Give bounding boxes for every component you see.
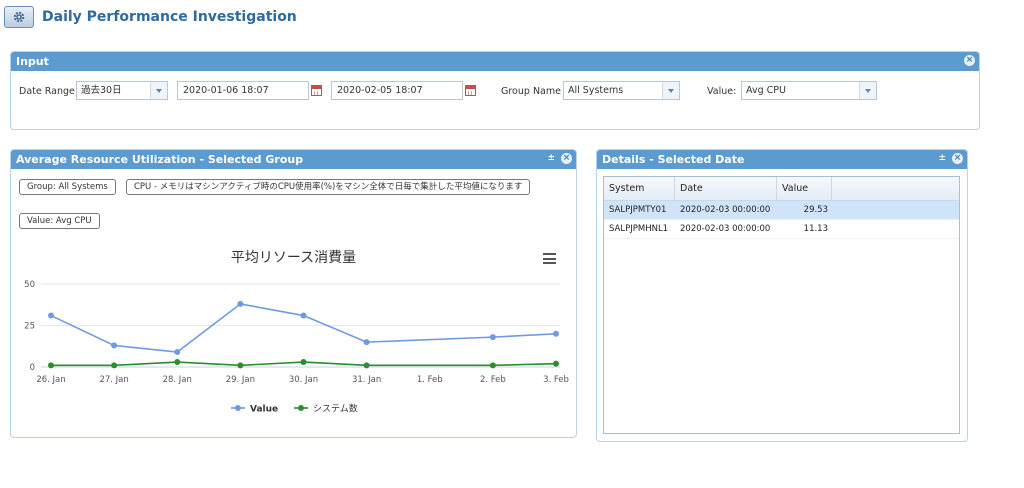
data-point: [300, 312, 307, 319]
column-header-value[interactable]: Value: [777, 177, 832, 200]
utilization-panel-title: Average Resource Utilization - Selected …: [16, 153, 304, 166]
menu-icon[interactable]: [543, 253, 556, 264]
x-tick-label: 2. Feb: [480, 375, 506, 385]
details-grid: System Date Value SALPJPMTY01 2020-02-03…: [603, 176, 960, 434]
y-tick-label: 25: [24, 322, 35, 332]
table-row[interactable]: SALPJPMTY01 2020-02-03 00:00:00 29.53: [604, 201, 959, 220]
group-tag: Group: All Systems: [19, 179, 116, 195]
group-name-label: Group Name: [501, 86, 561, 97]
gear-icon: [13, 11, 25, 23]
series-line-0: [50, 303, 557, 353]
minimize-icon[interactable]: ±: [938, 153, 946, 164]
page-title: Daily Performance Investigation: [42, 9, 297, 25]
data-point: [300, 359, 307, 366]
x-tick-label: 31. Jan: [352, 375, 381, 385]
legend-label: システム数: [313, 403, 358, 415]
minimize-icon[interactable]: ±: [547, 153, 555, 164]
data-point: [48, 362, 54, 369]
value-select[interactable]: Avg CPU: [741, 81, 877, 100]
data-point: [48, 312, 54, 319]
data-point: [489, 362, 496, 369]
close-icon[interactable]: ×: [964, 55, 975, 66]
value-tag: Value: Avg CPU: [19, 213, 100, 229]
data-point: [363, 362, 370, 369]
data-point: [174, 359, 181, 366]
calendar-icon[interactable]: [465, 85, 476, 96]
data-point: [237, 362, 244, 369]
x-tick-label: 28. Jan: [163, 375, 192, 385]
line-chart: 0 25 50 26. Jan 27. Jan 28. Jan 29. Jan 30. Jan…: [24, 280, 569, 415]
date-range-value: 過去30日: [81, 85, 122, 96]
cell-system: SALPJPMTY01: [609, 205, 667, 215]
utilization-panel: Average Resource Utilization - Selected …: [10, 149, 577, 438]
x-tick-label: 30. Jan: [289, 375, 318, 385]
close-icon[interactable]: ×: [952, 153, 963, 164]
y-tick-label: 50: [24, 280, 35, 290]
chevron-down-icon[interactable]: [859, 82, 876, 99]
data-point: [363, 339, 370, 346]
settings-button[interactable]: [4, 6, 34, 28]
input-panel-title: Input: [16, 55, 49, 68]
close-icon[interactable]: ×: [561, 153, 572, 164]
x-tick-label: 26. Jan: [36, 375, 65, 385]
data-point: [111, 342, 118, 349]
data-point: [237, 300, 244, 307]
group-name-value: All Systems: [568, 85, 624, 96]
x-tick-label: 27. Jan: [99, 375, 128, 385]
x-tick-label: 3. Feb: [543, 375, 569, 385]
column-header-date[interactable]: Date: [675, 177, 777, 200]
data-point: [553, 330, 559, 337]
x-tick-label: 29. Jan: [226, 375, 255, 385]
group-name-select[interactable]: All Systems: [563, 81, 680, 100]
chevron-down-icon[interactable]: [662, 82, 679, 99]
table-row[interactable]: SALPJPMHNL1 2020-02-03 00:00:00 11.13: [604, 220, 959, 239]
data-point: [553, 360, 559, 367]
end-date-input[interactable]: 2020-02-05 18:07: [331, 81, 463, 100]
data-point: [111, 362, 118, 369]
cell-date: 2020-02-03 00:00:00: [680, 205, 771, 215]
grid-header: System Date Value: [604, 177, 959, 201]
date-range-label: Date Range: [19, 86, 75, 97]
cell-system: SALPJPMHNL1: [609, 224, 669, 234]
value-label: Value:: [707, 86, 737, 97]
date-range-select[interactable]: 過去30日: [76, 81, 168, 100]
details-panel-title: Details - Selected Date: [602, 153, 745, 166]
input-panel: Input × Date Range 過去30日 2020-01-06 18:0…: [10, 51, 980, 130]
y-tick-label: 0: [30, 363, 35, 373]
x-tick-label: 1. Feb: [417, 375, 443, 385]
legend-swatch-marker: [235, 405, 241, 411]
data-point: [174, 349, 181, 356]
input-panel-header: Input ×: [11, 52, 979, 71]
chart-title: 平均リソース消費量: [230, 250, 357, 266]
details-panel: Details - Selected Date ± × System Date …: [596, 149, 968, 442]
details-panel-header: Details - Selected Date ± ×: [597, 150, 967, 169]
chevron-down-icon[interactable]: [150, 82, 167, 99]
legend-label: Value: [250, 405, 278, 415]
data-point: [489, 334, 496, 341]
calendar-icon[interactable]: [311, 85, 322, 96]
column-header-system[interactable]: System: [604, 177, 675, 200]
cell-value: 29.53: [803, 205, 828, 215]
utilization-panel-header: Average Resource Utilization - Selected …: [11, 150, 576, 169]
cell-date: 2020-02-03 00:00:00: [680, 224, 771, 234]
app-header: Daily Performance Investigation: [4, 5, 297, 29]
value-select-value: Avg CPU: [746, 85, 786, 96]
start-date-input[interactable]: 2020-01-06 18:07: [177, 81, 309, 100]
legend-swatch-marker: [298, 405, 304, 411]
cell-value: 11.13: [803, 224, 828, 234]
note-tag: CPU - メモリはマシンアクティブ時のCPU使用率(%)をマシン全体で日毎で集…: [126, 179, 531, 195]
